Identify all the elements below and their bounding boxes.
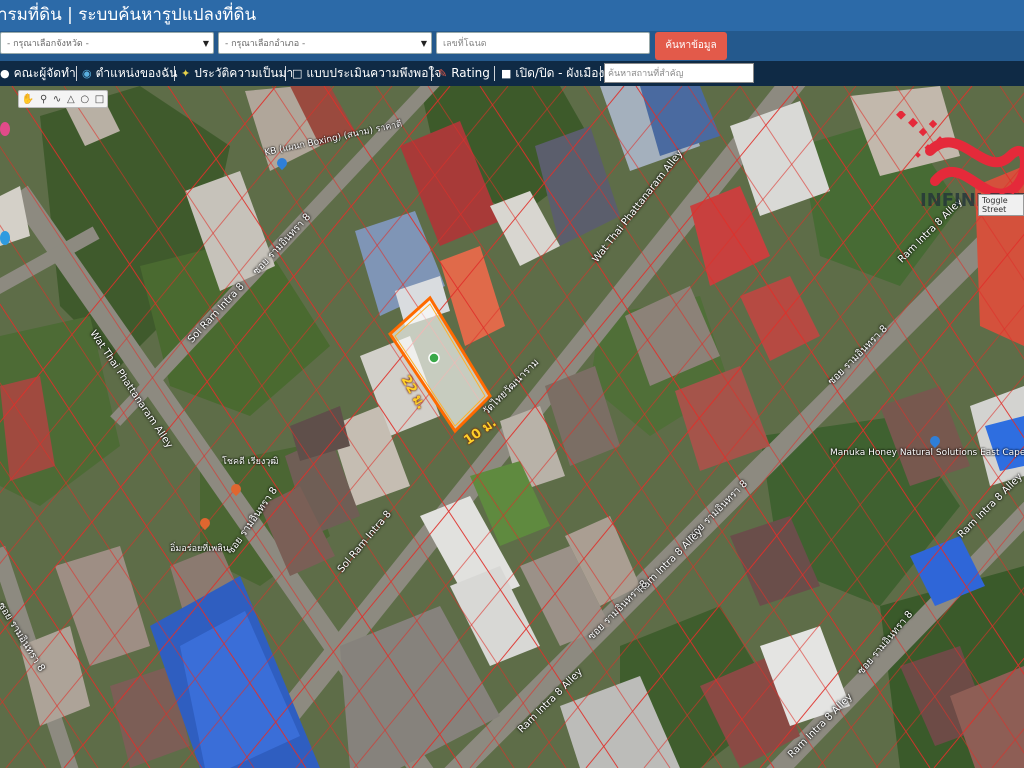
toolbar-item-label: เปิด/ปิด - ผังเมือง (515, 66, 605, 80)
place-search-input[interactable]: ค้นหาสถานที่สำคัญ (604, 63, 754, 83)
toolbar-item-label: ประวัติความเป็นมา (194, 66, 294, 80)
search-button[interactable]: ค้นหาข้อมูล (655, 32, 727, 60)
divider (600, 66, 601, 81)
document-icon: □ (292, 67, 303, 80)
rating-icon: ✎ (438, 67, 448, 80)
toolbar-item-my-location[interactable]: ◉ ตำแหน่งของฉัน (82, 61, 178, 86)
marker-icon[interactable]: ⚲ (40, 94, 47, 105)
hand-icon[interactable]: ✋ (22, 94, 34, 105)
globe-icon: ◉ (82, 67, 92, 80)
divider (174, 66, 175, 81)
draw-toolbar: ✋ ⚲ ∿ △ ○ □ (18, 90, 108, 108)
polygon-icon[interactable]: △ (67, 94, 75, 105)
place-search-placeholder: ค้นหาสถานที่สำคัญ (608, 69, 684, 79)
district-select-label: - กรุณาเลือกอำเภอ - (225, 39, 306, 49)
district-select[interactable]: - กรุณาเลือกอำเภอ - ▼ (218, 32, 432, 54)
deed-number-input[interactable]: เลขที่โฉนด (436, 32, 650, 54)
plot-marker-icon[interactable] (428, 352, 440, 364)
deed-number-placeholder: เลขที่โฉนด (443, 39, 487, 49)
toolbar-item-label: Rating (451, 66, 490, 80)
divider (76, 66, 77, 81)
satellite-map[interactable]: ✋ ⚲ ∿ △ ○ □ 22 ม. 10 ม. Wat Thai Phattan… (0, 86, 1024, 768)
divider (431, 66, 432, 81)
divider (285, 66, 286, 81)
toggle-street-button[interactable]: Toggle Street (978, 194, 1024, 216)
toolbar-item-history[interactable]: ✦ ประวัติความเป็นมา (181, 61, 293, 86)
toolbar-item-team[interactable]: ● คณะผู้จัดทำ (0, 61, 76, 86)
toolbar-item-survey[interactable]: □ แบบประเมินความพึงพอใจ (292, 61, 441, 86)
toolbar-item-label: ตำแหน่งของฉัน (95, 66, 178, 80)
divider (494, 66, 495, 81)
toolbar: ● คณะผู้จัดทำ ◉ ตำแหน่งของฉัน ✦ ประวัติความ… (0, 61, 1024, 86)
chevron-down-icon: ▼ (420, 39, 427, 48)
poi-label: อิ่มอร่อยที่เพลิน (170, 544, 229, 554)
toolbar-item-label: คณะผู้จัดทำ (13, 66, 76, 80)
poi-label: โชคดี เรียงวุฒิ (222, 457, 279, 467)
province-select[interactable]: - กรุณาเลือกจังหวัด - ▼ (0, 32, 214, 54)
search-bar: - กรุณาเลือกจังหวัด - ▼ - กรุณาเลือกอำเภ… (0, 31, 1024, 61)
people-icon: ● (0, 67, 10, 80)
toolbar-item-label: แบบประเมินความพึงพอใจ (306, 66, 442, 80)
poi-label: Manuka Honey Natural Solutions East Cape… (830, 448, 1024, 458)
polyline-icon[interactable]: ∿ (53, 94, 61, 105)
toolbar-item-rating[interactable]: ✎ Rating (438, 61, 490, 86)
toolbar-item-town-plan-toggle[interactable]: ■ เปิด/ปิด - ผังเมือง (501, 61, 604, 86)
history-icon: ✦ (181, 67, 191, 80)
app-title: ารมที่ดิน | ระบบค้นหารูปแปลงที่ดิน (0, 5, 257, 25)
blue-pin-icon[interactable] (0, 231, 10, 245)
pink-pin-icon[interactable] (0, 122, 10, 136)
chevron-down-icon: ▼ (202, 39, 209, 48)
app-header: ารมที่ดิน | ระบบค้นหารูปแปลงที่ดิน (0, 0, 1024, 31)
square-icon: ■ (501, 67, 512, 80)
province-select-label: - กรุณาเลือกจังหวัด - (7, 39, 89, 49)
circle-icon[interactable]: ○ (80, 94, 89, 105)
rectangle-icon[interactable]: □ (95, 94, 104, 105)
